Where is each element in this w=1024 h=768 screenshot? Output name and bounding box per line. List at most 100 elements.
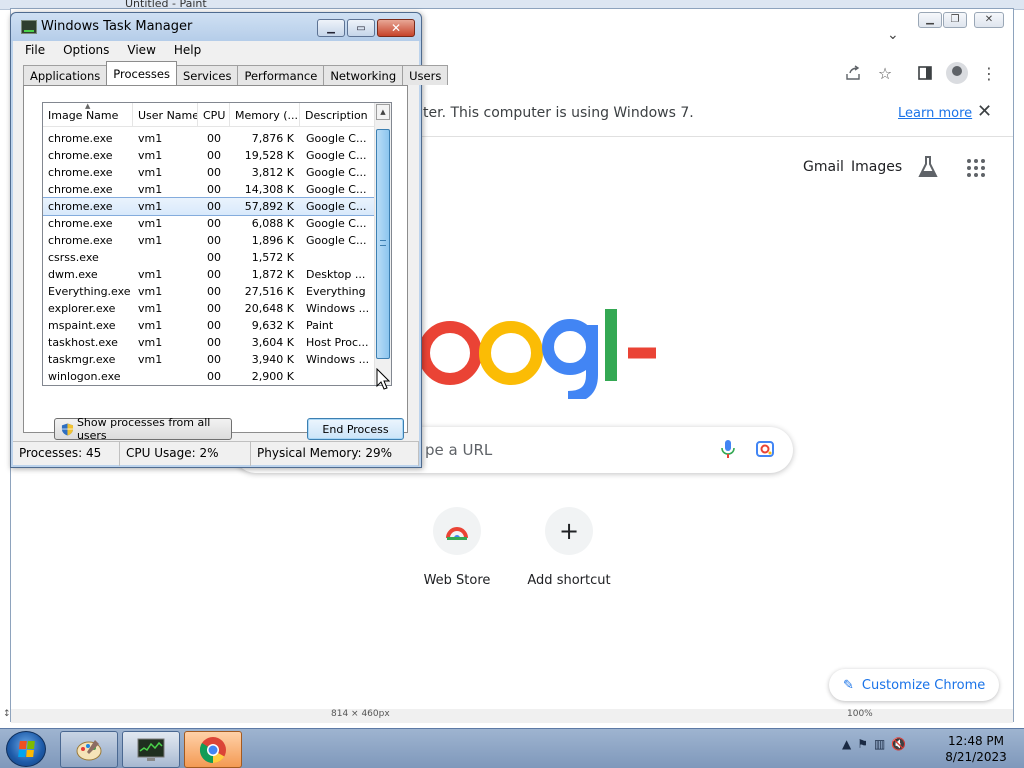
tab-users[interactable]: Users: [402, 65, 449, 85]
shortcut-web-store[interactable]: Web Store: [402, 507, 512, 588]
table-row[interactable]: chrome.exe vm1 00 14,308 K Google C...: [43, 181, 375, 198]
table-row[interactable]: dwm.exe vm1 00 1,872 K Desktop ...: [43, 266, 375, 283]
google-apps-icon[interactable]: [967, 159, 985, 177]
table-row[interactable]: chrome.exe vm1 00 19,528 K Google C...: [43, 147, 375, 164]
cell-cpu: 00: [207, 217, 221, 230]
cell-cpu: 00: [207, 183, 221, 196]
cell-desc: Google C...: [306, 132, 367, 145]
cell-name: chrome.exe: [48, 132, 113, 145]
google-lens-icon[interactable]: [755, 439, 775, 462]
side-panel-icon[interactable]: [913, 61, 937, 85]
chrome-close-button[interactable]: ✕: [974, 12, 1004, 28]
cell-mem: 9,632 K: [251, 319, 294, 332]
tab-applications[interactable]: Applications: [23, 65, 108, 85]
table-row[interactable]: chrome.exe vm1 00 3,812 K Google C...: [43, 164, 375, 181]
cell-cpu: 00: [207, 234, 221, 247]
cell-name: chrome.exe: [48, 200, 113, 213]
taskbar-clock[interactable]: 12:48 PM 8/21/2023: [936, 733, 1016, 765]
voice-search-mic-icon[interactable]: [721, 439, 735, 462]
profile-avatar-icon[interactable]: [945, 61, 969, 85]
scrollbar-thumb[interactable]: [376, 129, 390, 359]
column-description[interactable]: Description: [300, 103, 375, 127]
table-row[interactable]: csrss.exe 00 1,572 K: [43, 249, 375, 266]
minimize-button[interactable]: ▁: [317, 19, 345, 37]
gmail-link[interactable]: Gmail: [803, 159, 844, 175]
customize-chrome-button[interactable]: ✎ Customize Chrome: [829, 669, 1000, 701]
taskbar-task-manager-button[interactable]: [122, 731, 180, 768]
add-icon: +: [545, 507, 593, 555]
tray-expand-icon[interactable]: ▲: [842, 737, 851, 751]
table-row[interactable]: chrome.exe vm1 00 6,088 K Google C...: [43, 215, 375, 232]
status-cpu-usage: CPU Usage: 2%: [120, 442, 251, 466]
table-row[interactable]: winlogon.exe 00 2,900 K: [43, 368, 375, 385]
action-center-flag-icon[interactable]: ⚑: [857, 737, 868, 751]
cell-desc: [300, 368, 375, 385]
table-row[interactable]: chrome.exe vm1 00 57,892 K Google C...: [43, 197, 376, 216]
table-row[interactable]: explorer.exe vm1 00 20,648 K Windows ...: [43, 300, 375, 317]
cell-desc: Everything: [306, 285, 366, 298]
labs-flask-icon[interactable]: [917, 155, 939, 182]
menu-help[interactable]: Help: [162, 41, 207, 61]
network-icon[interactable]: ▥: [874, 737, 885, 751]
cell-user: vm1: [138, 149, 163, 162]
table-row[interactable]: mspaint.exe vm1 00 9,632 K Paint: [43, 317, 375, 334]
end-process-button[interactable]: End Process: [307, 418, 404, 440]
pencil-icon: ✎: [843, 677, 854, 693]
cell-mem: 1,872 K: [251, 268, 294, 281]
web-store-icon: [433, 507, 481, 555]
cell-desc: Windows ...: [306, 353, 370, 366]
table-row[interactable]: taskmgr.exe vm1 00 3,940 K Windows ...: [43, 351, 375, 368]
task-manager-body: Applications Processes Services Performa…: [13, 61, 449, 465]
status-processes: Processes: 45: [13, 442, 120, 466]
cell-mem: 19,528 K: [244, 149, 294, 162]
table-row[interactable]: taskhost.exe vm1 00 3,604 K Host Proc...: [43, 334, 375, 351]
table-row[interactable]: chrome.exe vm1 00 7,876 K Google C...: [43, 130, 375, 147]
chrome-menu-icon[interactable]: ⋮: [977, 61, 1001, 85]
taskbar-paint-button[interactable]: [60, 731, 118, 768]
share-icon[interactable]: [841, 61, 865, 85]
status-physical-memory: Physical Memory: 29%: [251, 442, 419, 466]
tab-services[interactable]: Services: [175, 65, 239, 85]
process-rows: chrome.exe vm1 00 7,876 K Google C... chrome.…: [43, 130, 376, 385]
canvas-size-text: 814 × 460px: [331, 709, 390, 719]
cell-user: vm1: [138, 234, 163, 247]
show-all-processes-button[interactable]: Show processes from all users: [54, 416, 232, 442]
infobar-close-icon[interactable]: ✕: [977, 101, 992, 122]
process-list[interactable]: ▲ Image Name User Name CPU Memory (... De…: [42, 102, 392, 386]
close-button[interactable]: ✕: [377, 19, 415, 37]
images-link[interactable]: Images: [851, 159, 902, 175]
cell-cpu: 00: [207, 200, 221, 213]
menu-file[interactable]: File: [13, 41, 51, 61]
table-row[interactable]: Everything.exe vm1 00 27,516 K Everything: [43, 283, 375, 300]
table-row[interactable]: chrome.exe vm1 00 1,896 K Google C...: [43, 232, 375, 249]
infobar-learn-more-link[interactable]: Learn more: [898, 106, 972, 121]
scroll-up-arrow-icon[interactable]: ▲: [376, 104, 390, 120]
column-memory[interactable]: Memory (...: [230, 103, 300, 127]
cell-name: Everything.exe: [48, 285, 131, 298]
column-user-name[interactable]: User Name: [133, 103, 198, 127]
vertical-scrollbar[interactable]: ▲: [374, 103, 391, 385]
shortcut-label: Add shortcut: [527, 573, 611, 588]
start-button[interactable]: [6, 731, 46, 767]
uac-shield-icon: [61, 422, 74, 436]
maximize-button[interactable]: ▭: [347, 19, 375, 37]
volume-muted-icon[interactable]: 🔇: [891, 737, 906, 751]
bookmark-star-icon[interactable]: ☆: [873, 61, 897, 85]
tab-processes[interactable]: Processes: [106, 61, 177, 85]
taskbar-chrome-button[interactable]: [184, 731, 242, 768]
chrome-maximize-button[interactable]: ❐: [943, 12, 967, 28]
column-cpu[interactable]: CPU: [198, 103, 230, 127]
menu-view[interactable]: View: [115, 41, 161, 61]
task-manager-titlebar[interactable]: Windows Task Manager ▁ ▭ ✕: [11, 13, 421, 41]
chrome-minimize-button[interactable]: ▁: [918, 12, 942, 28]
processes-panel: ▲ Image Name User Name CPU Memory (... De…: [23, 85, 408, 442]
column-image-name[interactable]: ▲ Image Name: [43, 103, 133, 127]
tab-search-chevron-icon[interactable]: ⌄: [887, 27, 899, 43]
tab-networking[interactable]: Networking: [323, 65, 404, 85]
menu-options[interactable]: Options: [51, 41, 115, 61]
tab-performance[interactable]: Performance: [237, 65, 325, 85]
customize-chrome-label: Customize Chrome: [861, 677, 986, 693]
show-all-label: Show processes from all users: [76, 416, 211, 442]
cell-user: vm1: [138, 319, 163, 332]
shortcut-add[interactable]: + Add shortcut: [514, 507, 624, 588]
